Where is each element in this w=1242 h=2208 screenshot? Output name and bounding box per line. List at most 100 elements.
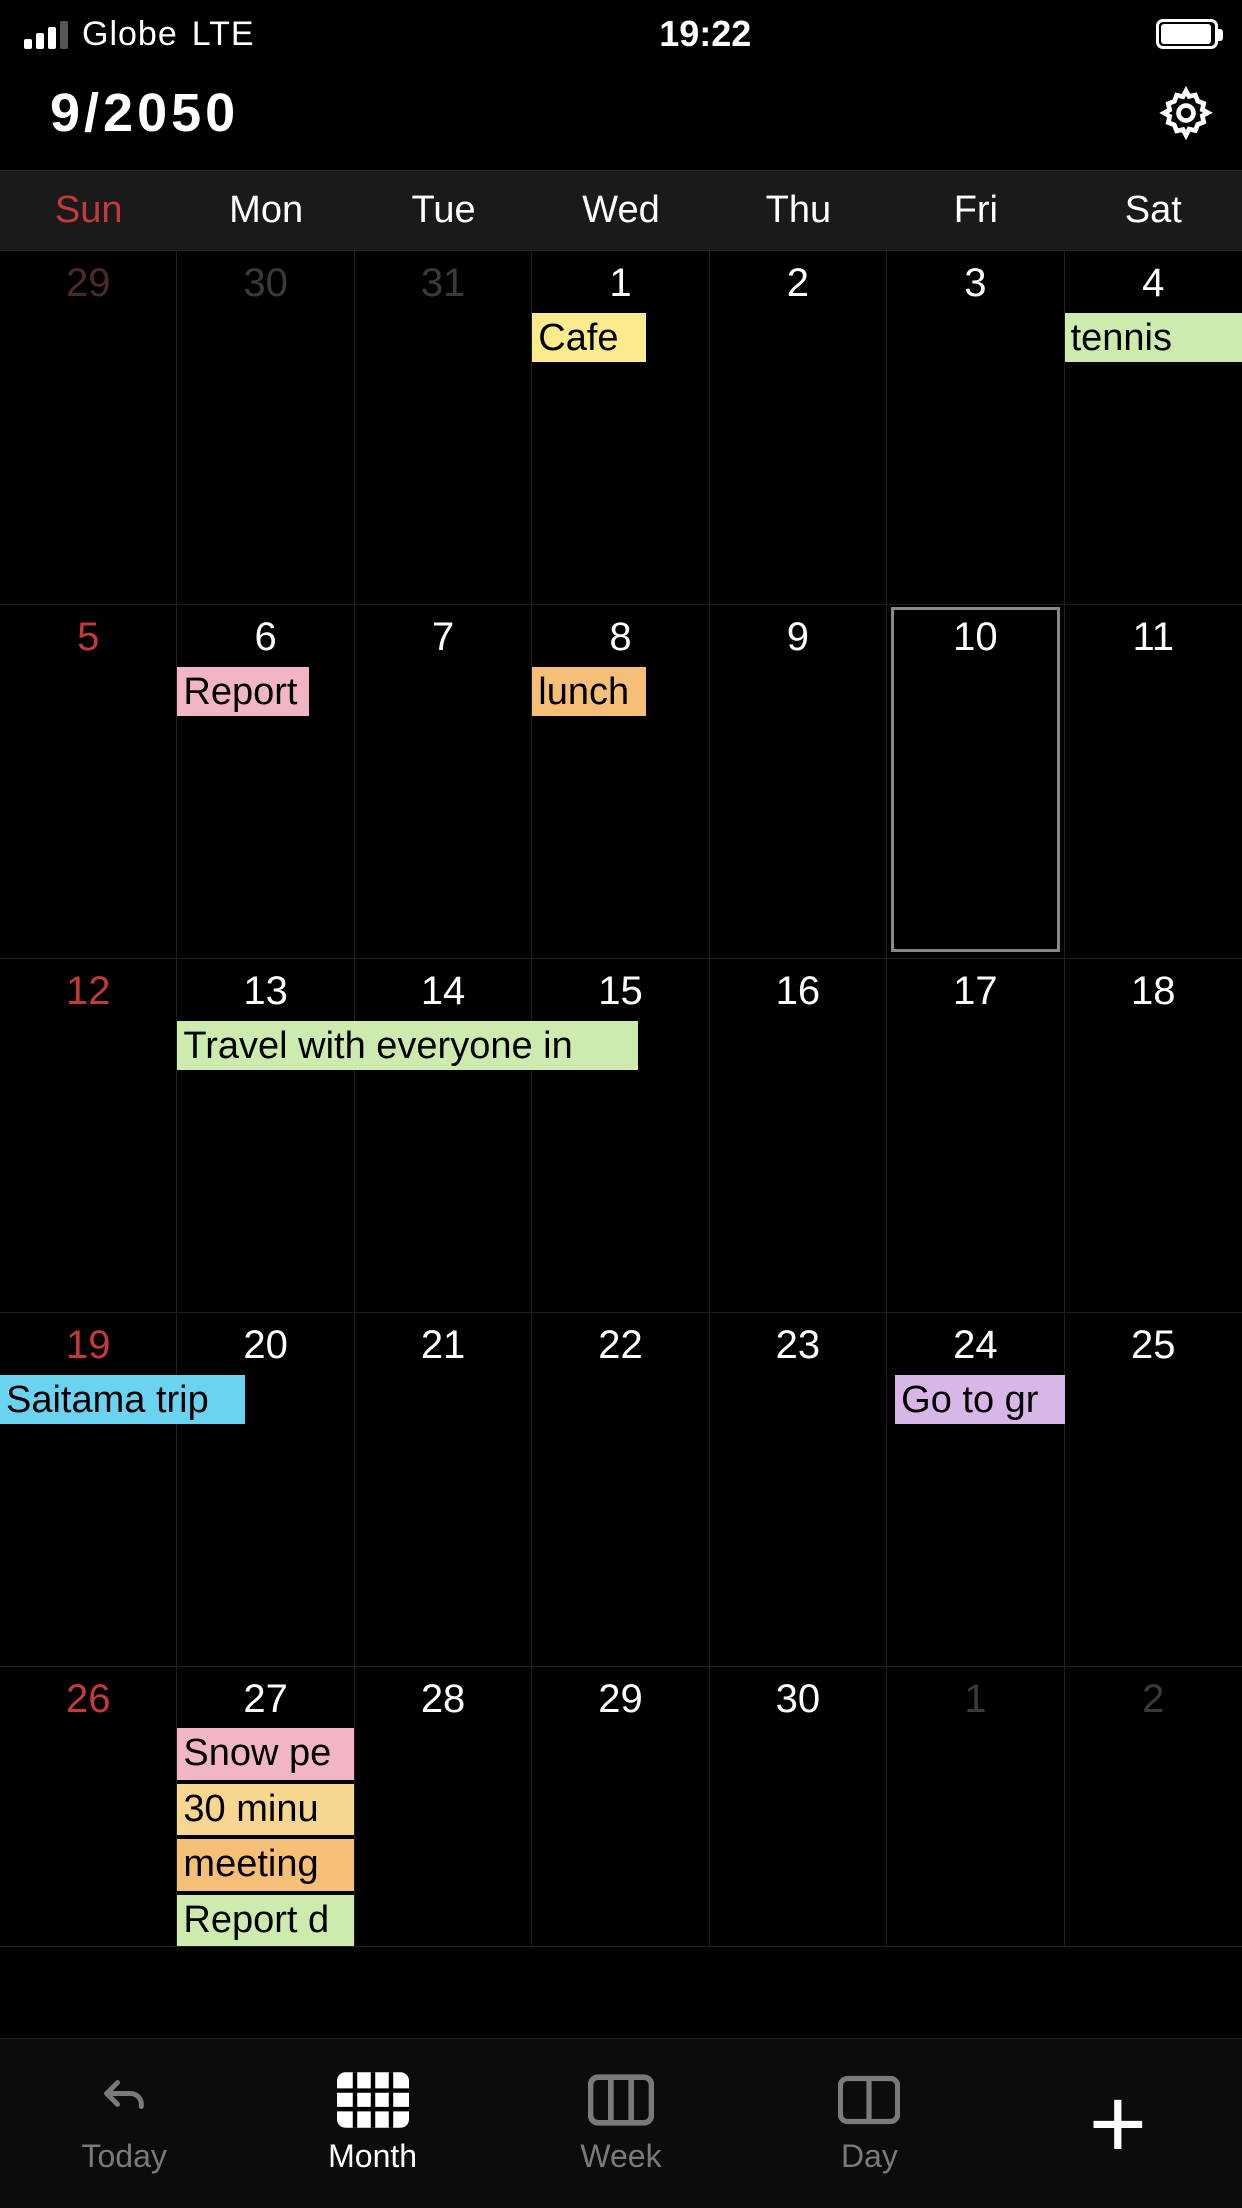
signal-icon xyxy=(24,19,68,49)
day-cell[interactable]: 17 xyxy=(887,959,1064,1313)
day-number: 14 xyxy=(355,959,531,1020)
day-number: 21 xyxy=(355,1313,531,1374)
settings-button[interactable] xyxy=(1158,85,1214,141)
day-cell[interactable]: 26 xyxy=(0,1667,177,1947)
day-cell[interactable]: 13 xyxy=(177,959,354,1313)
day-number: 25 xyxy=(1065,1313,1242,1374)
event-chip[interactable]: Go to gr xyxy=(895,1375,1064,1424)
day-cell[interactable]: 11 xyxy=(1065,605,1242,959)
month-button[interactable]: Month xyxy=(248,2072,496,2175)
day-number: 16 xyxy=(710,959,886,1020)
month-label: Month xyxy=(328,2138,417,2175)
day-number: 23 xyxy=(710,1313,886,1374)
weekday-label: Sun xyxy=(0,171,177,250)
day-cell[interactable]: 29 xyxy=(0,251,177,605)
day-number: 1 xyxy=(887,1667,1063,1728)
day-cell[interactable]: 6 xyxy=(177,605,354,959)
today-button[interactable]: Today xyxy=(0,2072,248,2175)
day-cell[interactable]: 10 xyxy=(887,605,1064,959)
day-number: 12 xyxy=(0,959,176,1020)
day-number: 11 xyxy=(1065,605,1242,666)
day-number: 10 xyxy=(887,605,1063,666)
header: 9/2050 xyxy=(0,66,1242,170)
month-grid-icon xyxy=(337,2072,409,2128)
day-cell[interactable]: 21 xyxy=(355,1313,532,1667)
day-number: 4 xyxy=(1065,251,1242,312)
day-number: 1 xyxy=(532,251,708,312)
event-chip[interactable]: tennis xyxy=(1065,313,1242,362)
event-chip[interactable]: Travel with everyone in xyxy=(177,1021,637,1070)
day-cell[interactable]: 2 xyxy=(1065,1667,1242,1947)
status-right xyxy=(1156,19,1218,49)
day-cell[interactable]: 16 xyxy=(710,959,887,1313)
day-cell[interactable]: 24 xyxy=(887,1313,1064,1667)
day-cell[interactable]: 31 xyxy=(355,251,532,605)
event-chip[interactable]: Cafe xyxy=(532,313,645,362)
event-chip[interactable]: 30 minu xyxy=(177,1784,353,1836)
day-cell[interactable]: 5 xyxy=(0,605,177,959)
day-cell[interactable]: 30 xyxy=(177,251,354,605)
day-cell[interactable]: 20 xyxy=(177,1313,354,1667)
weekday-header: SunMonTueWedThuFriSat xyxy=(0,170,1242,251)
day-number: 9 xyxy=(710,605,886,666)
day-cell[interactable]: 29 xyxy=(532,1667,709,1947)
event-chip[interactable]: Snow pe xyxy=(177,1728,353,1780)
day-cell[interactable]: 25 xyxy=(1065,1313,1242,1667)
event-chip[interactable]: Saitama trip xyxy=(0,1375,245,1424)
day-cell[interactable]: 1 xyxy=(532,251,709,605)
network-label: LTE xyxy=(192,15,255,54)
day-number: 26 xyxy=(0,1667,176,1728)
today-label: Today xyxy=(82,2138,167,2175)
carrier-label: Globe xyxy=(82,15,178,54)
day-number: 7 xyxy=(355,605,531,666)
day-cell[interactable]: 22 xyxy=(532,1313,709,1667)
plus-icon: + xyxy=(1082,2096,1154,2152)
day-number: 30 xyxy=(177,251,353,312)
day-cell[interactable]: 23 xyxy=(710,1313,887,1667)
day-cell[interactable]: 3 xyxy=(887,251,1064,605)
day-number: 13 xyxy=(177,959,353,1020)
back-icon xyxy=(88,2072,160,2128)
day-cell[interactable]: 18 xyxy=(1065,959,1242,1313)
day-number: 22 xyxy=(532,1313,708,1374)
day-number: 19 xyxy=(0,1313,176,1374)
day-number: 28 xyxy=(355,1667,531,1728)
event-chip[interactable]: Report xyxy=(177,667,308,716)
day-cell[interactable]: 28 xyxy=(355,1667,532,1947)
status-bar: Globe LTE 19:22 xyxy=(0,0,1242,66)
battery-icon xyxy=(1156,19,1218,49)
day-cell[interactable]: 2 xyxy=(710,251,887,605)
day-cell[interactable]: 7 xyxy=(355,605,532,959)
day-cell[interactable]: 19 xyxy=(0,1313,177,1667)
event-chip[interactable]: lunch xyxy=(532,667,645,716)
week-button[interactable]: Week xyxy=(497,2072,745,2175)
day-number: 2 xyxy=(710,251,886,312)
day-number: 15 xyxy=(532,959,708,1020)
week-label: Week xyxy=(580,2138,661,2175)
day-cell[interactable]: 12 xyxy=(0,959,177,1313)
clock-label: 19:22 xyxy=(659,13,751,55)
add-button[interactable]: + xyxy=(994,2096,1242,2152)
day-cell[interactable]: 9 xyxy=(710,605,887,959)
calendar-grid: 2930311234Cafetennis567891011Reportlunch… xyxy=(0,251,1242,1947)
day-number: 5 xyxy=(0,605,176,666)
weekday-label: Mon xyxy=(177,171,354,250)
day-number: 18 xyxy=(1065,959,1242,1020)
day-button[interactable]: Day xyxy=(745,2072,993,2175)
day-cell[interactable]: 8 xyxy=(532,605,709,959)
weekday-label: Wed xyxy=(532,171,709,250)
event-chip[interactable]: meeting xyxy=(177,1839,353,1891)
day-number: 29 xyxy=(0,251,176,312)
week-icon xyxy=(585,2072,657,2128)
day-number: 6 xyxy=(177,605,353,666)
day-cell[interactable]: 4 xyxy=(1065,251,1242,605)
day-cell[interactable]: 27Snow pe30 minumeetingReport d●●● xyxy=(177,1667,354,1947)
day-cell[interactable]: 1 xyxy=(887,1667,1064,1947)
day-number: 2 xyxy=(1065,1667,1242,1728)
day-label: Day xyxy=(841,2138,898,2175)
day-number: 20 xyxy=(177,1313,353,1374)
event-chip[interactable]: Report d xyxy=(177,1895,353,1947)
day-cell[interactable]: 15 xyxy=(532,959,709,1313)
day-cell[interactable]: 14 xyxy=(355,959,532,1313)
day-cell[interactable]: 30 xyxy=(710,1667,887,1947)
